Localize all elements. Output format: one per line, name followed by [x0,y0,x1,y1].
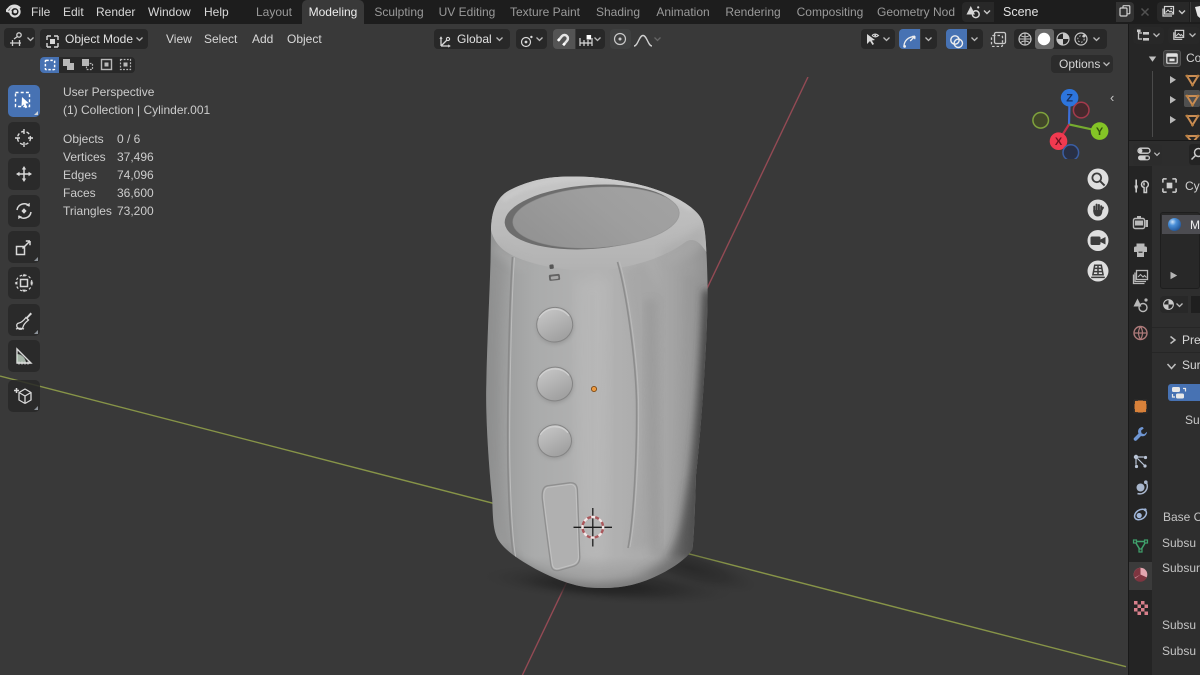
svg-text:Z: Z [1066,93,1073,105]
svg-text:Y: Y [1096,126,1104,138]
svg-text:X: X [1055,136,1063,148]
